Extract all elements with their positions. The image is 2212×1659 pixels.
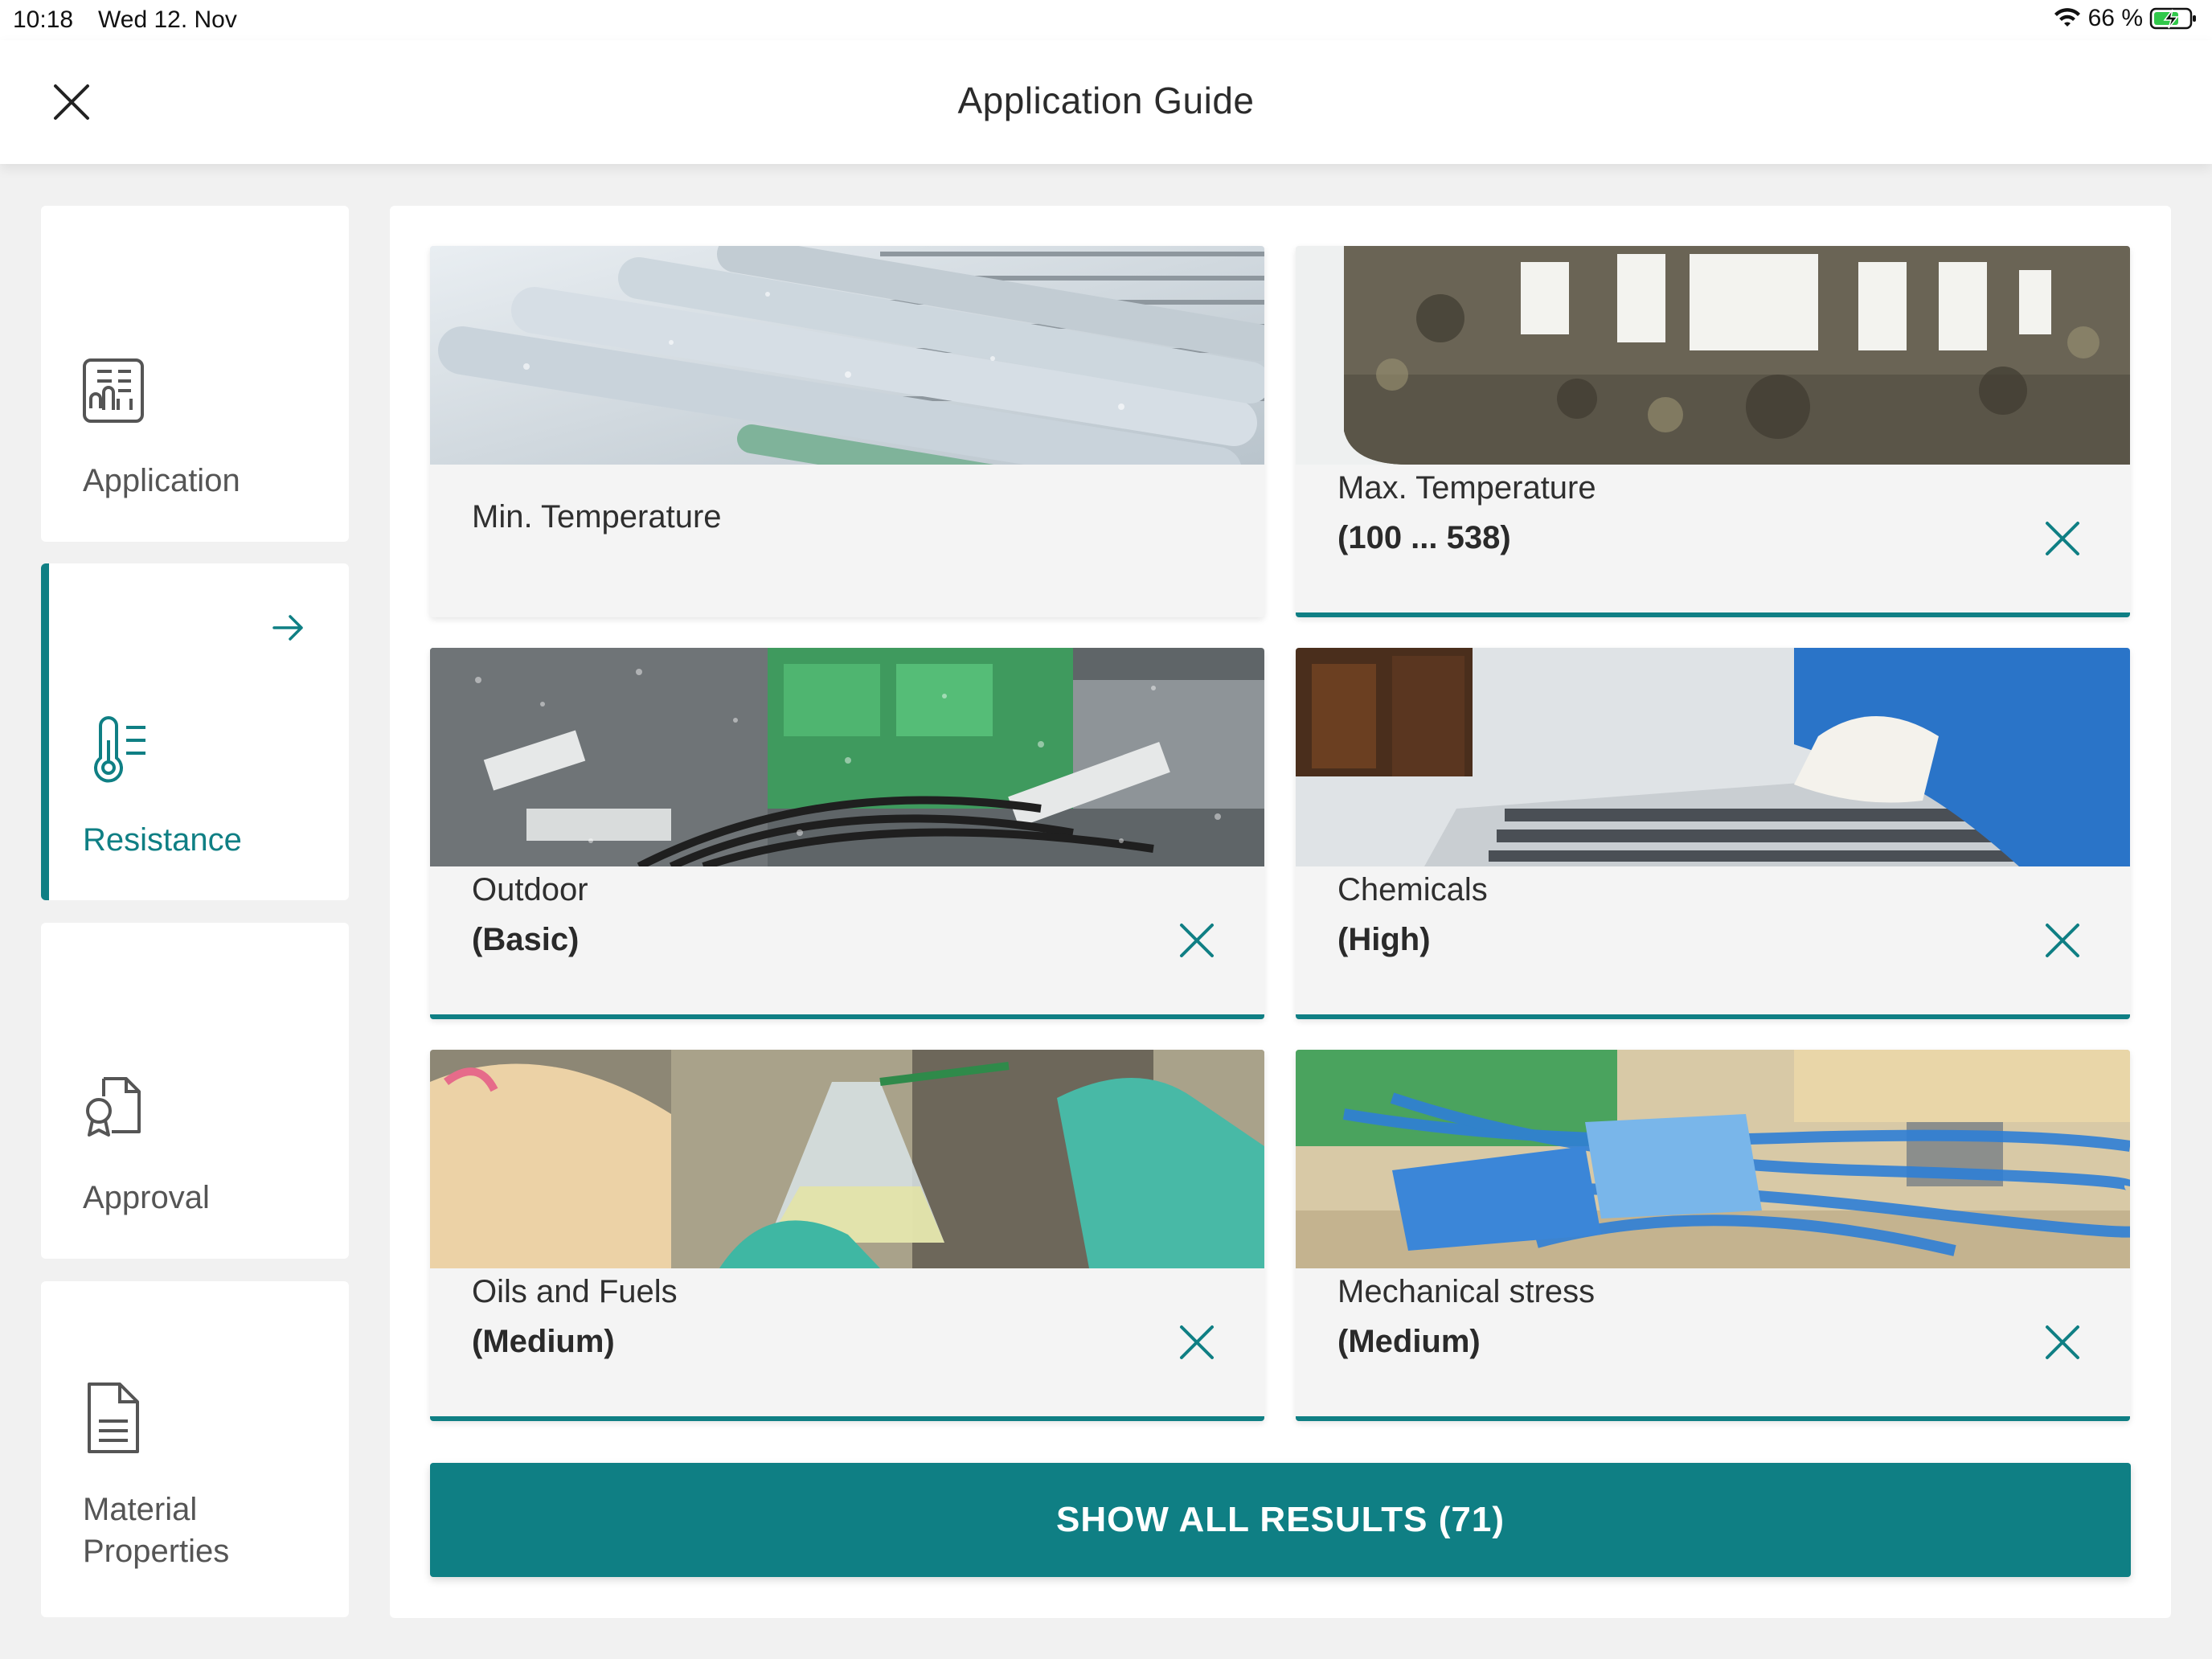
status-time: 10:18 bbox=[13, 6, 74, 33]
app-header: Application Guide bbox=[0, 40, 2212, 164]
sidebar-item-label: Resistance bbox=[83, 822, 242, 858]
thermometer-list-icon bbox=[88, 716, 155, 788]
document-icon bbox=[80, 1379, 147, 1460]
remove-filter-button[interactable] bbox=[2038, 1318, 2087, 1366]
tile-label: Mechanical stress (Medium) bbox=[1337, 1267, 1595, 1366]
lab-flask-photo bbox=[430, 1050, 1264, 1268]
close-icon bbox=[2046, 1325, 2079, 1359]
battery-charging-icon bbox=[2149, 6, 2199, 31]
sidebar-item-label-line2: Properties bbox=[83, 1534, 230, 1569]
tile-mechanical-stress[interactable]: Mechanical stress (Medium) bbox=[1296, 1050, 2130, 1421]
tile-chemicals[interactable]: Chemicals (High) bbox=[1296, 648, 2130, 1019]
close-icon bbox=[1180, 1325, 1214, 1359]
page-title: Application Guide bbox=[957, 80, 1255, 121]
sidebar-item-approval[interactable]: Approval bbox=[41, 923, 349, 1259]
application-icon bbox=[80, 357, 147, 428]
gloved-hand-wiping-photo bbox=[1296, 648, 2130, 866]
sidebar-item-label: Approval bbox=[83, 1180, 210, 1215]
close-icon bbox=[2046, 522, 2079, 555]
sidebar-item-material-properties[interactable]: Material Properties bbox=[41, 1281, 349, 1617]
tile-outdoor[interactable]: Outdoor (Basic) bbox=[430, 648, 1264, 1019]
status-bar: 10:18 Wed 12. Nov 66 % bbox=[0, 0, 2212, 40]
tile-value: (Basic) bbox=[472, 922, 580, 957]
blue-cables-photo bbox=[1296, 1050, 2130, 1268]
wifi-icon bbox=[2053, 7, 2082, 30]
tile-label: Chemicals (High) bbox=[1337, 865, 1488, 965]
tile-oils-and-fuels[interactable]: Oils and Fuels (Medium) bbox=[430, 1050, 1264, 1421]
battery-percent: 66 % bbox=[2087, 5, 2143, 31]
show-all-results-button[interactable]: SHOW ALL RESULTS (71) bbox=[430, 1463, 2131, 1577]
approval-icon bbox=[80, 1072, 147, 1144]
tile-value: (100 ... 538) bbox=[1337, 520, 1511, 555]
tile-title: Min. Temperature bbox=[472, 499, 722, 535]
remove-filter-button[interactable] bbox=[1173, 1318, 1221, 1366]
wet-terminal-blocks-photo bbox=[430, 648, 1264, 866]
burnt-terminal-block-photo bbox=[1296, 246, 2130, 465]
tile-label: Outdoor (Basic) bbox=[472, 865, 588, 965]
remove-filter-button[interactable] bbox=[1173, 916, 1221, 965]
tile-value: (Medium) bbox=[472, 1324, 615, 1359]
tile-title: Max. Temperature bbox=[1337, 470, 1596, 506]
status-indicators: 66 % bbox=[2053, 5, 2199, 32]
tile-value: (Medium) bbox=[1337, 1324, 1481, 1359]
tile-value: (High) bbox=[1337, 922, 1431, 957]
tile-min-temperature[interactable]: Min. Temperature bbox=[430, 246, 1264, 617]
sidebar-item-label-line1: Material bbox=[83, 1492, 198, 1527]
tile-title: Outdoor bbox=[472, 872, 588, 907]
sidebar-item-label: Material Properties bbox=[83, 1489, 229, 1572]
remove-filter-button[interactable] bbox=[2038, 514, 2087, 563]
arrow-right-icon bbox=[271, 610, 306, 649]
sidebar-item-application[interactable]: Application bbox=[41, 206, 349, 542]
tile-title: Oils and Fuels bbox=[472, 1274, 678, 1309]
tile-label: Min. Temperature bbox=[472, 492, 722, 542]
sidebar-item-label: Application bbox=[83, 463, 240, 498]
tile-title: Mechanical stress bbox=[1337, 1274, 1596, 1309]
remove-filter-button[interactable] bbox=[2038, 916, 2087, 965]
sidebar-item-resistance[interactable]: Resistance bbox=[41, 563, 349, 900]
tile-label: Max. Temperature (100 ... 538) bbox=[1337, 463, 1596, 563]
status-date: Wed 12. Nov bbox=[98, 6, 237, 33]
tile-label: Oils and Fuels (Medium) bbox=[472, 1267, 678, 1366]
tile-max-temperature[interactable]: Max. Temperature (100 ... 538) bbox=[1296, 246, 2130, 617]
close-icon bbox=[2046, 924, 2079, 957]
tile-title: Chemicals bbox=[1337, 872, 1488, 907]
frozen-cables-photo bbox=[430, 246, 1264, 465]
close-icon bbox=[1180, 924, 1214, 957]
